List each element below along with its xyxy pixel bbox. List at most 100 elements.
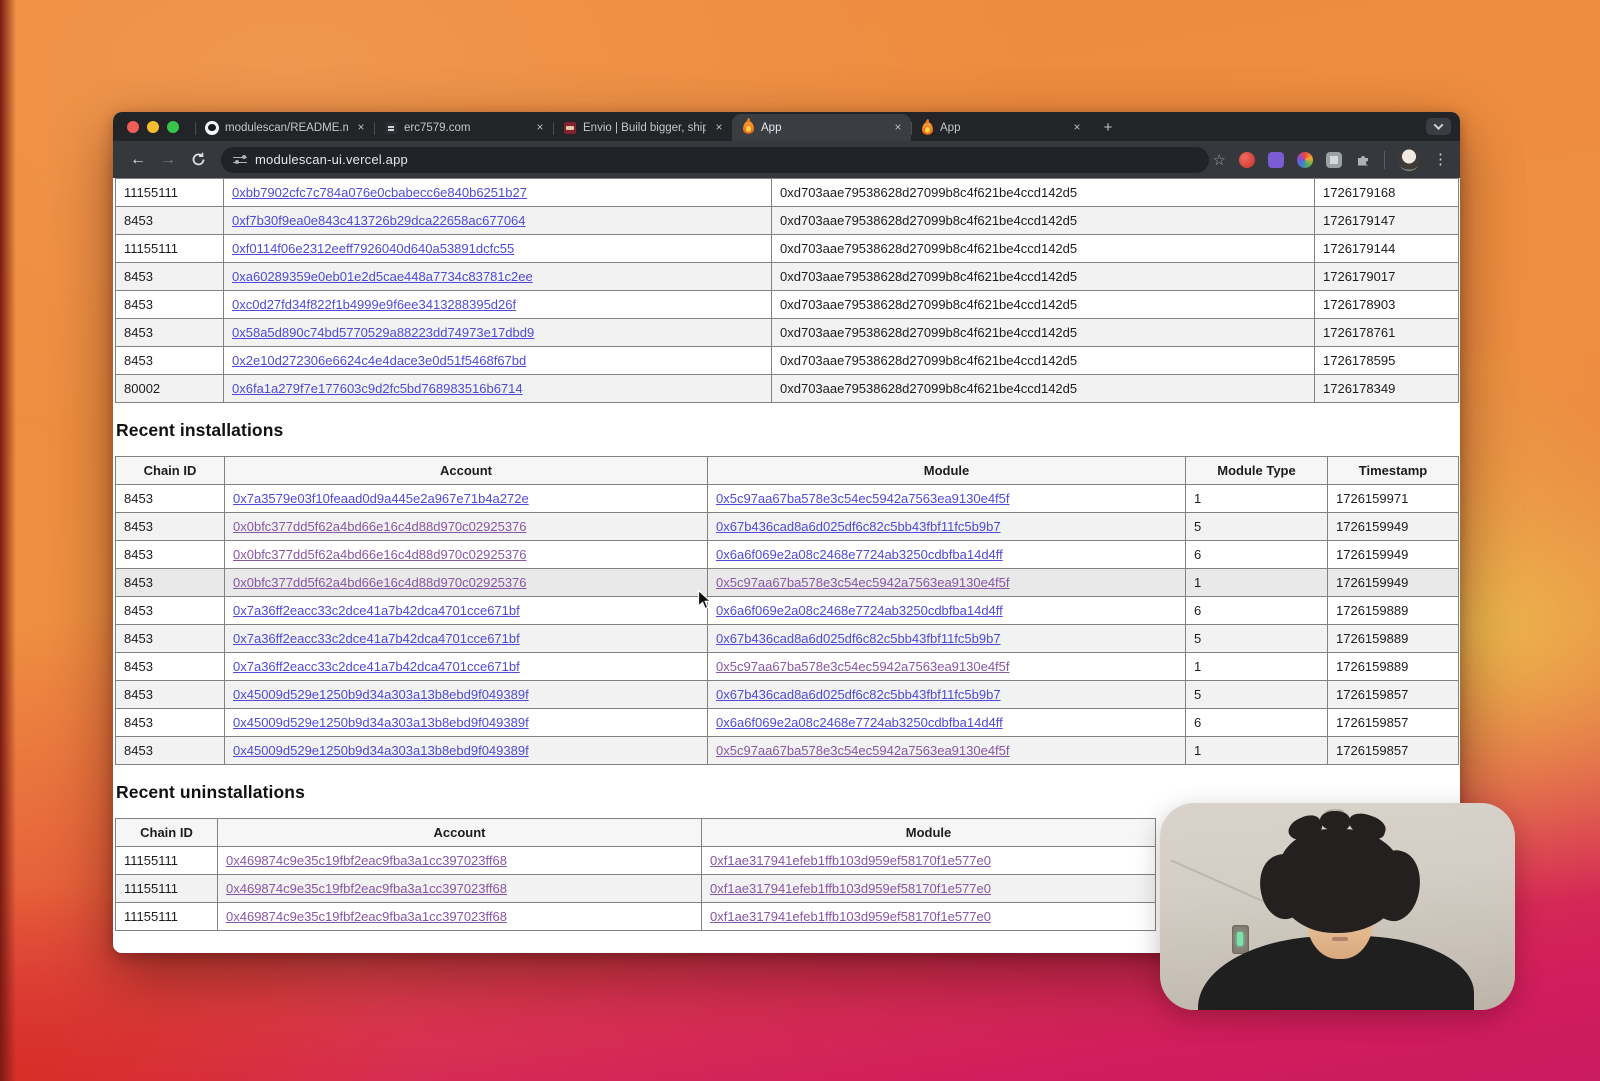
account-link[interactable]: 0x0bfc377dd5f62a4bd66e16c4d88d970c029253… <box>233 575 527 590</box>
module-link[interactable]: 0x67b436cad8a6d025df6c82c5bb43fbf11fc5b9… <box>716 631 1001 646</box>
close-tab-icon[interactable]: × <box>354 121 368 135</box>
tab-erc7579[interactable]: erc7579.com × <box>374 115 553 141</box>
extension-red-icon[interactable] <box>1239 152 1255 168</box>
table-row: 11155111 0xf0114f06e2312eeff7926040d640a5… <box>116 235 1459 263</box>
close-tab-icon[interactable]: × <box>891 121 905 135</box>
account-link[interactable]: 0x0bfc377dd5f62a4bd66e16c4d88d970c029253… <box>233 519 527 534</box>
account-cell: 0xa60289359e0eb01e2d5cae448a7734c83781c2… <box>224 263 772 291</box>
type-cell: 6 <box>1186 597 1328 625</box>
forward-button[interactable]: → <box>155 147 181 173</box>
table-row: 84530x45009d529e1250b9d34a303a13b8ebd9f0… <box>116 681 1459 709</box>
uninstallations-table: Chain ID Account Module 111551110x469874… <box>115 818 1156 931</box>
type-cell: 1 <box>1186 737 1328 765</box>
account-cell: 0x469874c9e35c19fbf2eac9fba3a1cc397023ff… <box>218 875 702 903</box>
module-link[interactable]: 0x67b436cad8a6d025df6c82c5bb43fbf11fc5b9… <box>716 687 1001 702</box>
bookmark-star-icon[interactable]: ☆ <box>1213 151 1226 169</box>
module-link[interactable]: 0x6a6f069e2a08c2468e7724ab3250cdbfba14d4… <box>716 715 1003 730</box>
module-cell: 0x5c97aa67ba578e3c54ec5942a7563ea9130e4f… <box>708 485 1186 513</box>
account-cell: 0x45009d529e1250b9d34a303a13b8ebd9f04938… <box>225 709 708 737</box>
tab-app-2[interactable]: App × <box>911 115 1090 141</box>
account-link[interactable]: 0xf7b30f9ea0e843c413726b29dca22658ac6770… <box>232 213 526 228</box>
module-link[interactable]: 0x6a6f069e2a08c2468e7724ab3250cdbfba14d4… <box>716 547 1003 562</box>
account-link[interactable]: 0x469874c9e35c19fbf2eac9fba3a1cc397023ff… <box>226 909 507 924</box>
account-link[interactable]: 0x45009d529e1250b9d34a303a13b8ebd9f04938… <box>233 743 529 758</box>
account-link[interactable]: 0x0bfc377dd5f62a4bd66e16c4d88d970c029253… <box>233 547 527 562</box>
account-link[interactable]: 0x45009d529e1250b9d34a303a13b8ebd9f04938… <box>233 687 529 702</box>
module-link[interactable]: 0x5c97aa67ba578e3c54ec5942a7563ea9130e4f… <box>716 743 1010 758</box>
envio-icon <box>564 122 576 134</box>
account-link[interactable]: 0xbb7902cfc7c784a076e0cbabecc6e840b6251b… <box>232 185 527 200</box>
account-link[interactable]: 0xc0d27fd34f822f1b4999e9f6ee3413288395d2… <box>232 297 516 312</box>
zoom-window-button[interactable] <box>167 121 179 133</box>
account-link[interactable]: 0x469874c9e35c19fbf2eac9fba3a1cc397023ff… <box>226 881 507 896</box>
hair-tuft <box>1320 811 1350 831</box>
account-cell: 0x469874c9e35c19fbf2eac9fba3a1cc397023ff… <box>218 847 702 875</box>
mouse-cursor <box>697 589 714 612</box>
type-cell: 6 <box>1186 541 1328 569</box>
module-link[interactable]: 0xf1ae317941efeb1ffb103d959ef58170f1e577… <box>710 881 991 896</box>
account-cell: 0x7a36ff2eacc33c2dce41a7b42dca4701cce671… <box>225 625 708 653</box>
module-cell: 0xd703aae79538628d27099b8c4f621be4ccd142… <box>772 207 1315 235</box>
account-link[interactable]: 0x7a36ff2eacc33c2dce41a7b42dca4701cce671… <box>233 631 520 646</box>
module-cell: 0xd703aae79538628d27099b8c4f621be4ccd142… <box>772 347 1315 375</box>
new-tab-button[interactable]: + <box>1096 115 1120 139</box>
minimize-window-button[interactable] <box>147 121 159 133</box>
table-row: 8453 0x0bfc377dd5f62a4bd66e16c4d88d970c02… <box>116 513 1459 541</box>
tab-search-button[interactable] <box>1426 118 1451 135</box>
webcam-overlay <box>1160 803 1515 1010</box>
browser-menu-icon[interactable]: ⋮ <box>1433 155 1448 165</box>
tab-app-active[interactable]: App × <box>732 114 911 141</box>
account-link[interactable]: 0x469874c9e35c19fbf2eac9fba3a1cc397023ff… <box>226 853 507 868</box>
tab-label: App <box>940 122 1064 134</box>
account-link[interactable]: 0x7a3579e03f10feaad0d9a445e2a967e71b4a27… <box>233 491 529 506</box>
module-link[interactable]: 0x5c97aa67ba578e3c54ec5942a7563ea9130e4f… <box>716 659 1010 674</box>
module-cell: 0xf1ae317941efeb1ffb103d959ef58170f1e577… <box>702 847 1156 875</box>
extensions-puzzle-icon[interactable] <box>1355 152 1371 168</box>
module-cell: 0x6a6f069e2a08c2468e7724ab3250cdbfba14d4… <box>708 709 1186 737</box>
account-link[interactable]: 0xf0114f06e2312eeff7926040d640a53891dcfc… <box>232 241 514 256</box>
close-window-button[interactable] <box>127 121 139 133</box>
module-link[interactable]: 0x6a6f069e2a08c2468e7724ab3250cdbfba14d4… <box>716 603 1003 618</box>
extension-purple-icon[interactable] <box>1268 152 1284 168</box>
extension-gray-icon[interactable] <box>1326 152 1342 168</box>
reload-button[interactable] <box>185 147 211 173</box>
chain-cell: 11155111 <box>116 179 224 207</box>
extension-rainbow-icon[interactable] <box>1297 152 1313 168</box>
module-link[interactable]: 0x67b436cad8a6d025df6c82c5bb43fbf11fc5b9… <box>716 519 1001 534</box>
module-link[interactable]: 0xf1ae317941efeb1ffb103d959ef58170f1e577… <box>710 853 991 868</box>
back-button[interactable]: ← <box>125 147 151 173</box>
account-link[interactable]: 0x7a36ff2eacc33c2dce41a7b42dca4701cce671… <box>233 659 520 674</box>
module-cell: 0x67b436cad8a6d025df6c82c5bb43fbf11fc5b9… <box>708 681 1186 709</box>
address-bar[interactable]: modulescan-ui.vercel.app <box>221 147 1209 173</box>
site-settings-icon[interactable] <box>233 153 247 167</box>
column-header-chain-id: Chain ID <box>116 457 225 485</box>
ts-cell: 1726178761 <box>1315 319 1459 347</box>
profile-avatar[interactable] <box>1398 149 1420 171</box>
chain-cell: 11155111 <box>116 235 224 263</box>
module-link[interactable]: 0x5c97aa67ba578e3c54ec5942a7563ea9130e4f… <box>716 575 1010 590</box>
chain-cell: 11155111 <box>116 875 218 903</box>
module-cell: 0xd703aae79538628d27099b8c4f621be4ccd142… <box>772 291 1315 319</box>
close-tab-icon[interactable]: × <box>533 121 547 135</box>
chain-cell: 8453 <box>116 513 225 541</box>
account-cell: 0x45009d529e1250b9d34a303a13b8ebd9f04938… <box>225 737 708 765</box>
table-row: 8453 0xa60289359e0eb01e2d5cae448a7734c837… <box>116 263 1459 291</box>
tab-label: Envio | Build bigger, ship fast <box>583 122 706 134</box>
chain-cell: 8453 <box>116 737 225 765</box>
account-link[interactable]: 0xa60289359e0eb01e2d5cae448a7734c83781c2… <box>232 269 533 284</box>
account-link[interactable]: 0x6fa1a279f7e177603c9d2fc5bd768983516b67… <box>232 381 523 396</box>
tab-modulescan-readme[interactable]: modulescan/README.md at a × <box>195 115 374 141</box>
account-link[interactable]: 0x45009d529e1250b9d34a303a13b8ebd9f04938… <box>233 715 529 730</box>
table-row: 84530x7a3579e03f10feaad0d9a445e2a967e71b… <box>116 485 1459 513</box>
module-link[interactable]: 0xf1ae317941efeb1ffb103d959ef58170f1e577… <box>710 909 991 924</box>
chain-cell: 8453 <box>116 263 224 291</box>
account-link[interactable]: 0x58a5d890c74bd5770529a88223dd74973e17db… <box>232 325 534 340</box>
account-link[interactable]: 0x2e10d272306e6624c4e4dace3e0d51f5468f67… <box>232 353 526 368</box>
table-row: 111551110x469874c9e35c19fbf2eac9fba3a1cc… <box>116 903 1156 931</box>
account-link[interactable]: 0x7a36ff2eacc33c2dce41a7b42dca4701cce671… <box>233 603 520 618</box>
close-tab-icon[interactable]: × <box>1070 121 1084 135</box>
close-tab-icon[interactable]: × <box>712 121 726 135</box>
account-cell: 0x7a3579e03f10feaad0d9a445e2a967e71b4a27… <box>225 485 708 513</box>
module-link[interactable]: 0x5c97aa67ba578e3c54ec5942a7563ea9130e4f… <box>716 491 1010 506</box>
tab-envio[interactable]: Envio | Build bigger, ship fast × <box>553 115 732 141</box>
